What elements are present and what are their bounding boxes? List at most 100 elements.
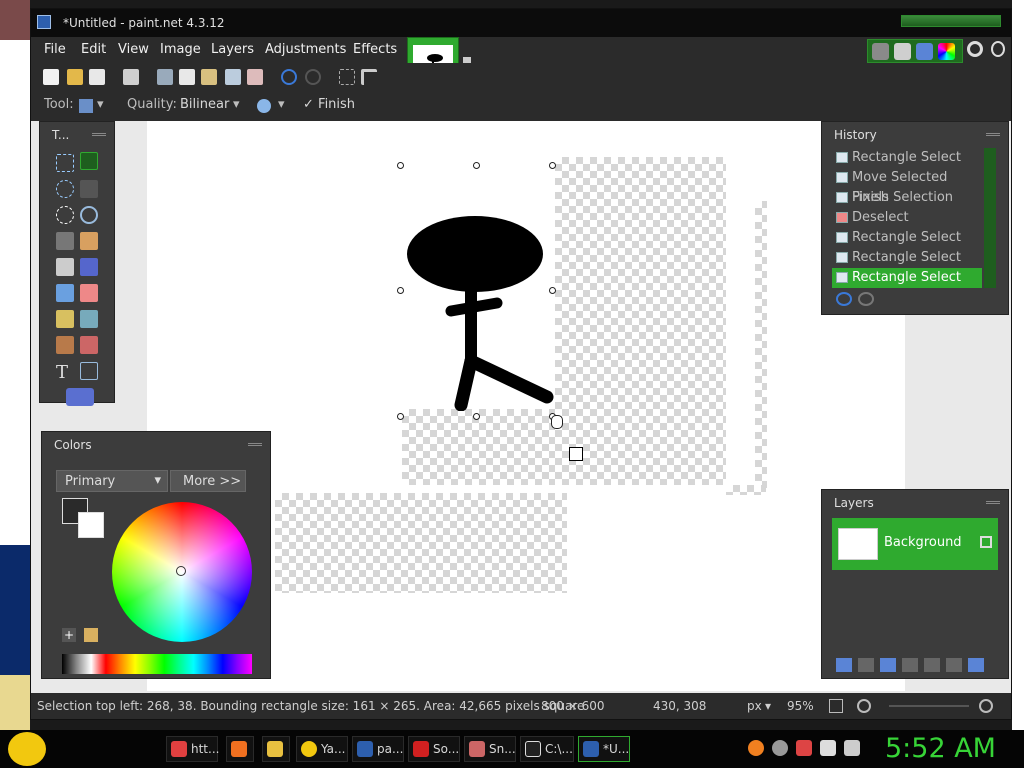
delete-layer-icon[interactable] xyxy=(858,658,874,672)
eraser-tool-icon[interactable] xyxy=(80,284,98,302)
zoom-level[interactable]: 95% xyxy=(787,699,814,713)
merge-layer-icon[interactable] xyxy=(902,658,918,672)
zoom-slider[interactable] xyxy=(889,705,969,707)
history-redo-icon[interactable] xyxy=(858,292,874,306)
tray-icon[interactable] xyxy=(772,740,788,756)
panel-grip-icon[interactable] xyxy=(248,443,262,446)
selection-handle[interactable] xyxy=(397,413,404,420)
sampling-icon[interactable] xyxy=(257,99,271,113)
zoom-in-icon[interactable] xyxy=(979,699,993,713)
layer-row[interactable]: Background xyxy=(832,518,998,570)
window-controls[interactable] xyxy=(901,15,1001,27)
line-curve-tool-icon[interactable] xyxy=(80,362,98,380)
taskbar-button[interactable] xyxy=(226,736,254,762)
units-select[interactable]: px xyxy=(747,699,762,713)
crop-icon[interactable] xyxy=(225,69,241,85)
history-item[interactable]: Rectangle Select xyxy=(832,148,982,168)
history-item[interactable]: Move Selected Pixels xyxy=(832,168,982,205)
panel-grip-icon[interactable] xyxy=(92,133,106,136)
paintbrush-tool-icon[interactable] xyxy=(56,284,74,302)
redo-icon[interactable] xyxy=(305,69,321,85)
layer-properties-icon[interactable] xyxy=(968,658,984,672)
zoom-to-window-icon[interactable] xyxy=(829,699,843,713)
gradient-tool-icon[interactable] xyxy=(80,258,98,276)
units-dropdown-chevron[interactable]: ▾ xyxy=(765,699,771,713)
undo-icon[interactable] xyxy=(281,69,297,85)
color-palette[interactable] xyxy=(62,654,252,674)
move-selected-tool-icon[interactable] xyxy=(80,152,98,170)
magic-wand-tool-icon[interactable] xyxy=(56,232,74,250)
help-icon[interactable] xyxy=(991,41,1005,57)
print-icon[interactable] xyxy=(123,69,139,85)
history-scrollbar[interactable] xyxy=(984,148,996,288)
color-wheel[interactable] xyxy=(112,502,252,642)
zoom-out-icon[interactable] xyxy=(857,699,871,713)
text-tool-icon[interactable]: T xyxy=(56,362,74,383)
color-mode-select[interactable]: Primary ▾ xyxy=(56,470,168,492)
add-layer-icon[interactable] xyxy=(836,658,852,672)
menu-file[interactable]: File xyxy=(44,42,66,57)
taskbar-button[interactable]: htt... xyxy=(166,736,219,762)
ellipse-select-tool-icon[interactable] xyxy=(56,206,74,224)
selection-handle[interactable] xyxy=(397,162,404,169)
duplicate-layer-icon[interactable] xyxy=(880,658,896,672)
quality-select[interactable]: Bilinear xyxy=(180,97,229,112)
deselect-icon[interactable] xyxy=(247,69,263,85)
history-item[interactable]: Rectangle Select xyxy=(832,228,982,248)
zoom-tool-icon[interactable] xyxy=(80,206,98,224)
selection-handle[interactable] xyxy=(473,413,480,420)
selection-handle[interactable] xyxy=(473,162,480,169)
taskbar-button[interactable] xyxy=(262,736,290,762)
taskbar-button[interactable]: Sn... xyxy=(464,736,516,762)
panel-grip-icon[interactable] xyxy=(986,501,1000,504)
move-layer-up-icon[interactable] xyxy=(924,658,940,672)
selection-handle[interactable] xyxy=(397,287,404,294)
menu-edit[interactable]: Edit xyxy=(81,42,106,57)
open-folder-icon[interactable] xyxy=(67,69,83,85)
start-button-smiley-icon[interactable] xyxy=(8,732,46,766)
panel-grip-icon[interactable] xyxy=(986,133,1000,136)
rectangle-select-tool-icon[interactable] xyxy=(56,154,74,172)
taskbar-button[interactable]: C:\... xyxy=(520,736,574,762)
tool-dropdown-chevron[interactable]: ▾ xyxy=(97,97,104,112)
grid-icon[interactable] xyxy=(339,69,355,85)
move-layer-down-icon[interactable] xyxy=(946,658,962,672)
action-center-icon[interactable] xyxy=(820,740,836,756)
menu-view[interactable]: View xyxy=(118,42,149,57)
add-color-icon[interactable]: + xyxy=(62,628,76,642)
palette-menu-icon[interactable] xyxy=(84,628,98,642)
layer-visibility-checkbox[interactable] xyxy=(980,536,992,548)
secondary-color-swatch[interactable] xyxy=(78,512,104,538)
network-tray-icon[interactable] xyxy=(796,740,812,756)
lasso-select-tool-icon[interactable] xyxy=(56,180,74,198)
search-tray-icon[interactable] xyxy=(748,740,764,756)
quality-dropdown-chevron[interactable]: ▾ xyxy=(233,97,240,112)
volume-icon[interactable] xyxy=(844,740,860,756)
shapes-tool-icon[interactable] xyxy=(66,388,94,406)
ruler-icon[interactable] xyxy=(361,69,377,85)
selection-handle[interactable] xyxy=(549,162,556,169)
menu-adjustments[interactable]: Adjustments xyxy=(265,42,346,57)
history-item[interactable]: Finish Selection xyxy=(832,188,982,208)
history-item[interactable]: Rectangle Select xyxy=(832,248,982,268)
settings-gear-icon[interactable] xyxy=(967,41,983,57)
paint-bucket-tool-icon[interactable] xyxy=(56,258,74,276)
history-undo-icon[interactable] xyxy=(836,292,852,306)
cut-icon[interactable] xyxy=(157,69,173,85)
move-selection-tool-icon[interactable] xyxy=(79,99,93,113)
taskbar-button-active[interactable]: *U... xyxy=(578,736,630,762)
color-wheel-selector[interactable] xyxy=(176,566,186,576)
sampling-dropdown-chevron[interactable]: ▾ xyxy=(278,97,285,112)
menu-image[interactable]: Image xyxy=(160,42,201,57)
history-item[interactable]: Deselect xyxy=(832,208,982,228)
finish-button[interactable]: ✓ Finish xyxy=(303,97,355,112)
move-selection-tool-icon[interactable] xyxy=(80,180,98,198)
color-picker-tool-icon[interactable] xyxy=(80,310,98,328)
taskbar-clock[interactable]: 5:52 AM xyxy=(885,733,996,764)
taskbar-button[interactable]: Ya... xyxy=(296,736,348,762)
paste-icon[interactable] xyxy=(201,69,217,85)
pencil-tool-icon[interactable] xyxy=(56,310,74,328)
selection-handle[interactable] xyxy=(549,287,556,294)
pan-tool-icon[interactable] xyxy=(80,232,98,250)
menu-effects[interactable]: Effects xyxy=(353,42,397,57)
